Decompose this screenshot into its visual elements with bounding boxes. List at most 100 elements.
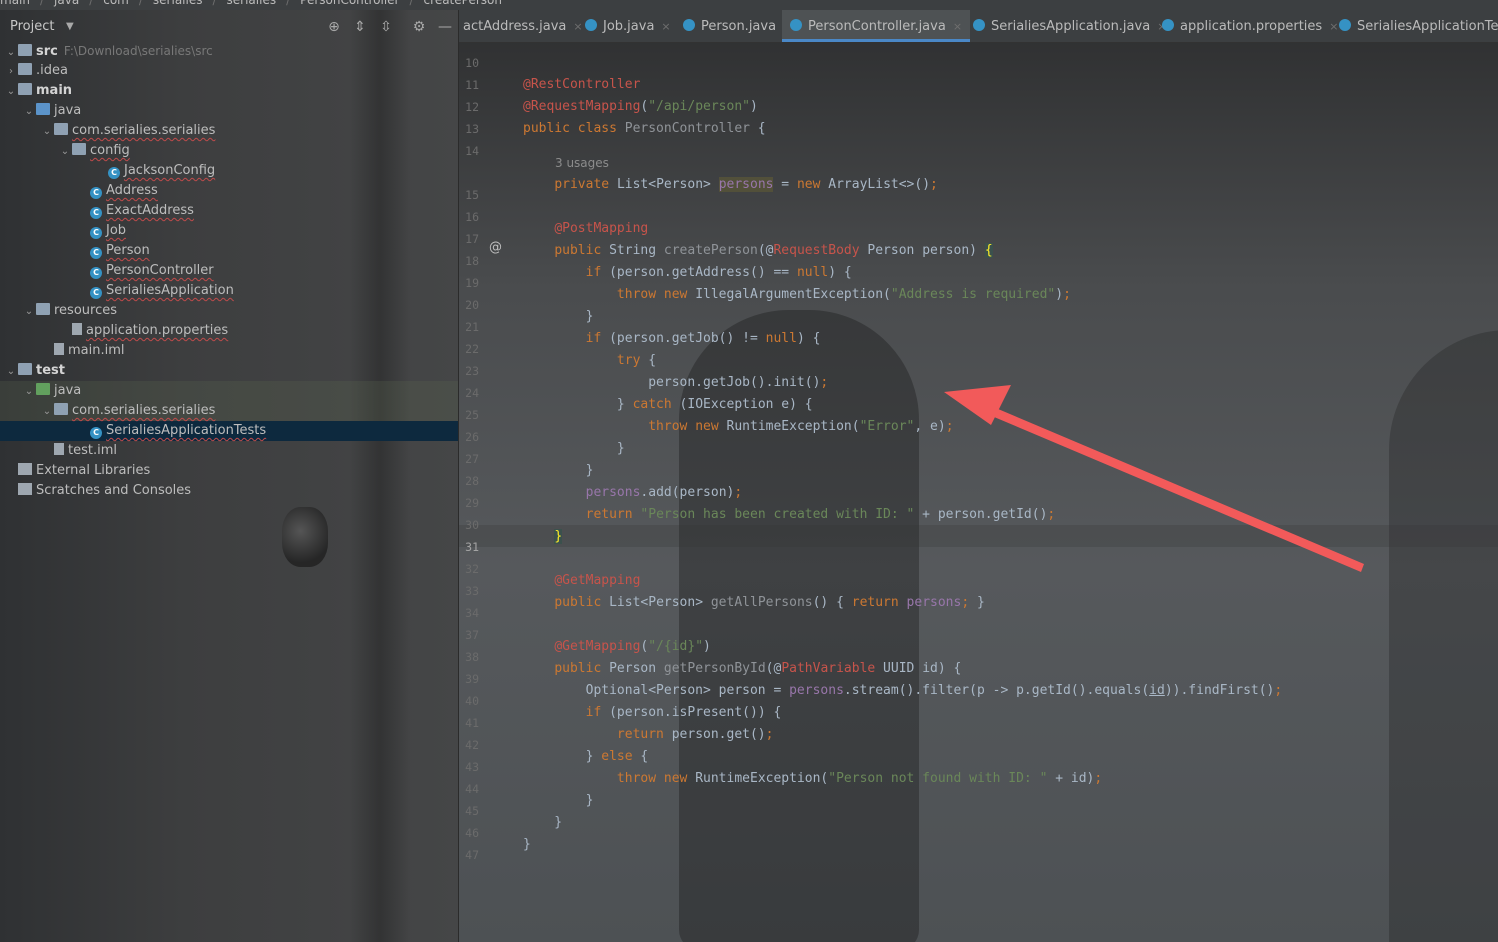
breadcrumb-separator: / [409, 0, 414, 7]
tree-item-label: java [54, 103, 82, 118]
tree-item[interactable]: ⌄ java [22, 101, 81, 121]
properties-file-icon [72, 323, 82, 335]
class-icon: C [90, 187, 102, 199]
chevron-down-icon[interactable]: ⌄ [40, 122, 54, 142]
tree-item[interactable]: ⌄ src F:\Download\serialies\src [4, 41, 213, 61]
class-icon: C [90, 247, 102, 259]
background-door-knob [282, 507, 328, 567]
project-panel-title[interactable]: Project [10, 16, 54, 38]
tree-item[interactable]: ⌄ resources [22, 301, 117, 321]
chevron-right-icon[interactable]: › [4, 62, 18, 82]
tree-item[interactable]: test.iml [40, 441, 117, 461]
breadcrumb-separator: / [39, 0, 45, 7]
class-icon: C [90, 427, 102, 439]
folder-icon [18, 363, 32, 375]
tree-item-label: PersonController [106, 263, 214, 278]
spring-class-icon: C [90, 287, 102, 299]
breadcrumb-item[interactable]: com [103, 0, 129, 7]
tree-item[interactable]: C Address [76, 181, 158, 201]
tree-item[interactable]: C ExactAddress [76, 201, 194, 221]
breadcrumb: main / java / com / serialies / serialies / Person… [0, 0, 1498, 10]
tree-item-label: src [36, 44, 58, 59]
breadcrumb-separator: / [286, 0, 291, 7]
breadcrumb-separator: / [212, 0, 217, 7]
resources-folder-icon [36, 303, 50, 315]
breadcrumb-item[interactable]: serialies [227, 0, 277, 7]
tree-item-selected[interactable]: C SerialiesApplicationTests [76, 421, 266, 441]
project-panel-header: Project ▼ ⊕ ⇕ ⇳ ⚙ — [0, 16, 458, 38]
breadcrumb-separator: / [89, 0, 94, 7]
background-door-edge [350, 10, 410, 942]
tree-item-label: test.iml [68, 443, 117, 458]
package-icon [54, 123, 68, 135]
breadcrumb-item[interactable]: java [54, 0, 79, 7]
locate-icon[interactable]: ⊕ [325, 18, 343, 36]
tree-item-label: SerialiesApplication [106, 283, 234, 298]
tree-item-label: Job [106, 223, 127, 238]
tree-item[interactable]: main.iml [40, 341, 125, 361]
tree-item-label: resources [54, 303, 118, 318]
tree-item[interactable]: C Person [76, 241, 150, 261]
tree-item[interactable]: ⌄ main [4, 81, 72, 101]
folder-icon [18, 83, 32, 95]
tree-item[interactable]: ⌄ test [4, 361, 65, 381]
class-icon: C [90, 227, 102, 239]
package-icon [72, 143, 86, 155]
tree-item-label: Scratches and Consoles [36, 483, 192, 498]
tree-item-label: test [36, 363, 65, 378]
tree-item-label: main [36, 83, 73, 98]
chevron-down-icon[interactable]: ⌄ [4, 362, 18, 382]
iml-file-icon [54, 443, 64, 455]
test-folder-icon [36, 383, 50, 395]
package-icon [54, 403, 68, 415]
arrow-shaft [987, 406, 1364, 572]
tree-item-label: Person [106, 243, 150, 258]
tree-item[interactable]: ⌄ config [58, 141, 130, 161]
tree-item[interactable]: application.properties [58, 321, 228, 341]
tree-item[interactable]: › .idea [4, 61, 68, 81]
minimize-icon[interactable]: — [436, 18, 454, 36]
tree-item-label: Address [106, 183, 158, 198]
tree-item[interactable]: External Libraries [4, 461, 150, 481]
src-folder-icon [18, 44, 32, 56]
tree-item[interactable]: C PersonController [76, 261, 214, 281]
breadcrumb-item[interactable]: serialies [153, 0, 203, 7]
chevron-down-icon[interactable]: ⌄ [4, 43, 18, 63]
breadcrumb-item[interactable]: main [0, 0, 30, 7]
gear-icon[interactable]: ⚙ [410, 18, 428, 36]
tree-item[interactable]: C Job [76, 221, 126, 241]
breadcrumb-item[interactable]: PersonController [300, 0, 399, 7]
chevron-down-icon[interactable]: ⌄ [40, 402, 54, 422]
chevron-down-icon[interactable]: ⌄ [58, 142, 72, 162]
tree-item[interactable]: ⌄ com.serialies.serialies [40, 401, 215, 421]
chevron-down-icon[interactable]: ⌄ [22, 302, 36, 322]
breadcrumb-separator: / [138, 0, 143, 7]
tree-item[interactable]: Scratches and Consoles [4, 481, 191, 501]
tree-item-label: java [54, 383, 82, 398]
red-arrow-annotation [944, 385, 1364, 572]
class-icon: C [90, 207, 102, 219]
tree-item-label: External Libraries [36, 463, 151, 478]
tree-item-label: config [90, 143, 130, 158]
chevron-down-icon[interactable]: ⌄ [4, 82, 18, 102]
iml-file-icon [54, 343, 64, 355]
collapse-all-icon[interactable]: ⇳ [377, 18, 395, 36]
tree-item-label: SerialiesApplicationTests [106, 423, 267, 438]
chevron-down-icon[interactable]: ▼ [66, 16, 74, 38]
tree-item-label: ExactAddress [106, 203, 194, 218]
breadcrumb-item[interactable]: createPerson [424, 0, 502, 7]
tree-item[interactable]: ⌄ com.serialies.serialies [40, 121, 215, 141]
chevron-down-icon[interactable]: ⌄ [22, 102, 36, 122]
tree-item-label: .idea [36, 63, 68, 78]
java-folder-icon [36, 103, 50, 115]
tree-item-label: com.serialies.serialies [72, 123, 216, 138]
chevron-down-icon[interactable]: ⌄ [22, 382, 36, 402]
expand-all-icon[interactable]: ⇕ [351, 18, 369, 36]
tree-item[interactable]: C JacksonConfig [94, 161, 215, 181]
code-editor[interactable]: actAddress.java×Job.java×Person.java×Per… [459, 10, 1498, 942]
folder-icon [18, 63, 32, 75]
class-icon: C [108, 167, 120, 179]
tree-item[interactable]: ⌄ java [22, 381, 81, 401]
tree-item[interactable]: C SerialiesApplication [76, 281, 234, 301]
tree-item-label: application.properties [86, 323, 229, 338]
